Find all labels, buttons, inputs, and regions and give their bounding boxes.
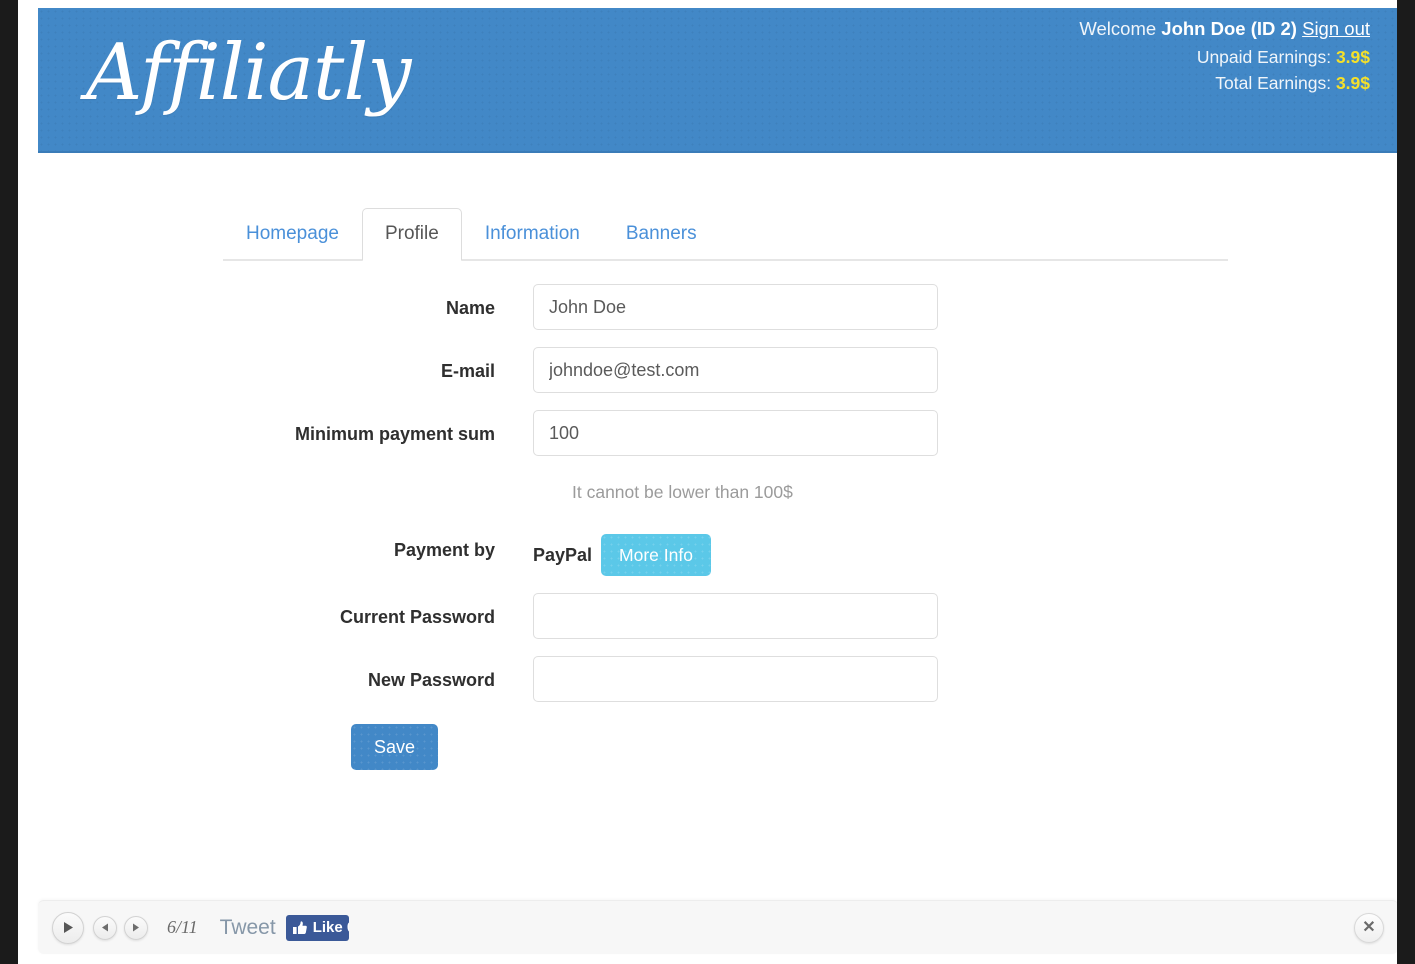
header-account-area: Welcome John Doe (ID 2) Sign out Unpaid … [1079, 14, 1370, 96]
unpaid-earnings-label: Unpaid Earnings: [1196, 47, 1332, 67]
more-info-button[interactable]: More Info [601, 534, 711, 576]
unpaid-earnings-value: 3.9$ [1335, 47, 1370, 67]
minimum-payment-input[interactable] [533, 410, 938, 456]
previous-button[interactable] [93, 915, 117, 940]
tab-strip: Homepage Profile Information Banners [223, 208, 1228, 261]
bottom-toolbar: 6/11 Tweet Like 0 ✕ [38, 900, 1397, 954]
form-row-name: Name [223, 284, 1228, 330]
payment-by-value: PayPal More Info [533, 526, 711, 576]
minimum-payment-help-text: It cannot be lower than 100$ [572, 482, 793, 502]
total-earnings-line: Total Earnings: 3.9$ [1079, 70, 1370, 96]
profile-form: Name E-mail Minimum payment sum It canno… [223, 284, 1228, 770]
tweet-link[interactable]: Tweet [220, 916, 276, 940]
name-label: Name [445, 298, 495, 318]
form-row-new-password: New Password [223, 656, 1228, 702]
current-password-input[interactable] [533, 593, 938, 639]
facebook-like-button[interactable]: Like 0 [285, 914, 349, 941]
email-label: E-mail [440, 361, 495, 381]
form-row-current-password: Current Password [223, 593, 1228, 639]
sign-out-link[interactable]: Sign out [1302, 18, 1370, 39]
prev-icon [101, 923, 109, 932]
save-button[interactable]: Save [351, 724, 439, 770]
payment-by-label: Payment by [393, 540, 495, 560]
tab-profile[interactable]: Profile [361, 208, 462, 261]
current-password-label: Current Password [339, 607, 495, 627]
slide-counter: 6/11 [167, 917, 198, 937]
form-row-email: E-mail [223, 347, 1228, 393]
next-button[interactable] [124, 915, 148, 940]
form-row-payment-by: Payment by PayPal More Info [223, 526, 1228, 576]
thumbs-up-icon [292, 920, 307, 935]
tab-homepage[interactable]: Homepage [223, 208, 362, 261]
facebook-like-label: Like 0 [312, 919, 349, 936]
page-sheet: Affiliatly Welcome John Doe (ID 2) Sign … [18, 0, 1397, 964]
minimum-payment-label: Minimum payment sum [294, 424, 495, 444]
browser-viewport: Affiliatly Welcome John Doe (ID 2) Sign … [0, 0, 1415, 964]
total-earnings-label: Total Earnings: [1215, 73, 1332, 93]
unpaid-earnings-line: Unpaid Earnings: 3.9$ [1079, 44, 1370, 70]
total-earnings-value: 3.9$ [1335, 73, 1370, 93]
name-input[interactable] [533, 284, 938, 330]
payment-method-name: PayPal [533, 545, 593, 565]
brand-logo[interactable]: Affiliatly [86, 18, 411, 128]
welcome-prefix: Welcome [1079, 18, 1157, 39]
next-icon [132, 923, 140, 932]
close-button[interactable]: ✕ [1354, 912, 1384, 943]
welcome-line: Welcome John Doe (ID 2) Sign out [1079, 14, 1370, 44]
form-row-minimum-payment: Minimum payment sum [223, 410, 1228, 456]
new-password-label: New Password [367, 670, 495, 690]
form-row-save: Save [223, 724, 1228, 770]
play-icon [62, 921, 74, 934]
user-name: John Doe (ID 2) [1161, 18, 1297, 39]
close-icon: ✕ [1362, 918, 1376, 936]
tab-banners[interactable]: Banners [603, 208, 720, 261]
play-button[interactable] [52, 911, 84, 944]
tab-list: Homepage Profile Information Banners [223, 208, 720, 261]
site-header: Affiliatly Welcome John Doe (ID 2) Sign … [38, 8, 1397, 153]
new-password-input[interactable] [533, 656, 938, 702]
tab-information[interactable]: Information [462, 208, 603, 261]
email-input[interactable] [533, 347, 938, 393]
